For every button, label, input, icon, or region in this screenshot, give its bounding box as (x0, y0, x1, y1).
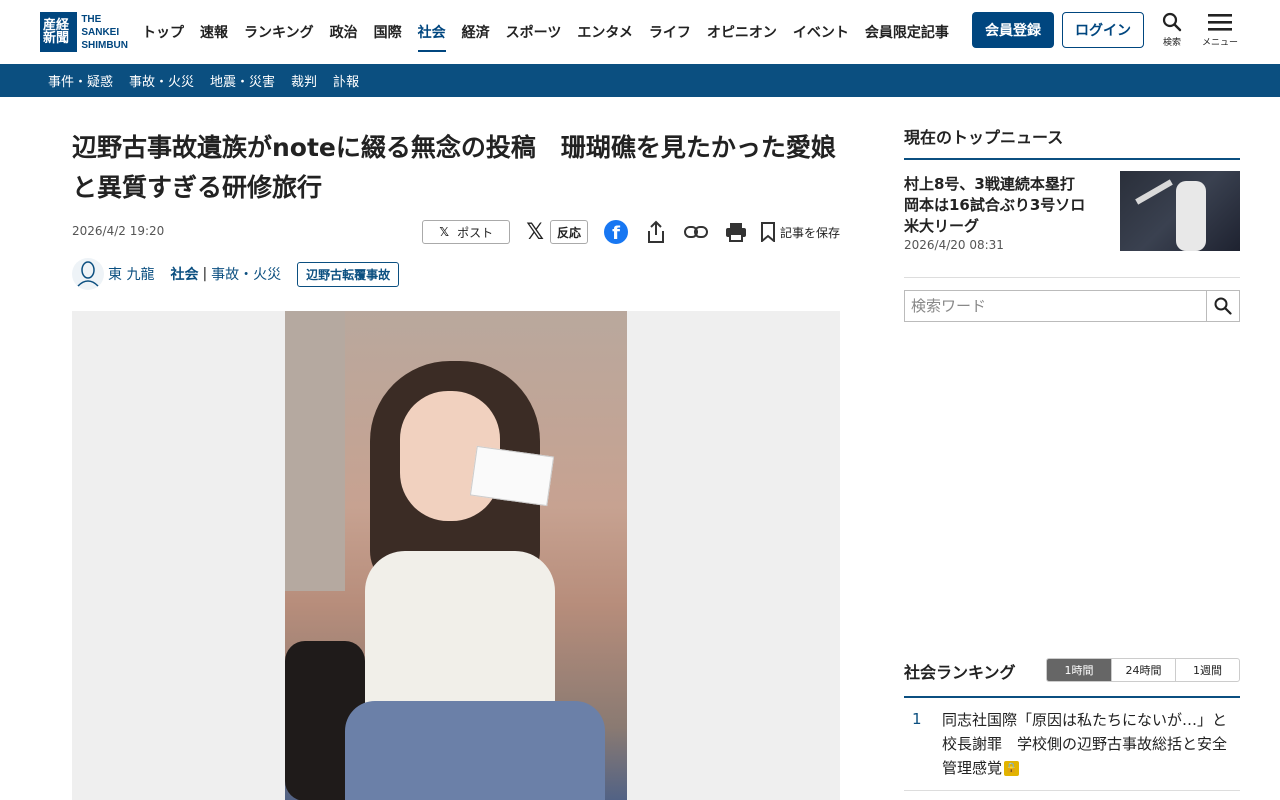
header-menu-button[interactable]: メニュー (1198, 12, 1242, 56)
article-photo[interactable] (285, 311, 627, 800)
author-avatar-icon (72, 258, 104, 290)
nav-opinion[interactable]: オピニオン (707, 0, 777, 64)
nav-society[interactable]: 社会 (417, 0, 446, 64)
top-news-title[interactable]: 村上8号、3戦連続本塁打 岡本は16試合ぶり3号ソロ 米大リーグ (904, 174, 1104, 237)
tab-1hour[interactable]: 1時間 (1047, 659, 1111, 681)
nav-members-only[interactable]: 会員限定記事 (865, 0, 949, 64)
login-button[interactable]: ログイン (1062, 12, 1144, 48)
nav-events[interactable]: イベント (793, 0, 849, 64)
tab-24hours[interactable]: 24時間 (1111, 659, 1175, 681)
nav-world[interactable]: 国際 (374, 0, 402, 64)
category-separator: | (202, 266, 208, 282)
ranking-item[interactable]: 1 同志社国際「原因は私たちにないが…」と校長謝罪 学校側の辺野古事故総括と安全… (904, 698, 1240, 791)
topic-tag[interactable]: 辺野古転覆事故 (297, 261, 400, 287)
copy-link-icon[interactable] (683, 220, 708, 244)
subnav-accidents[interactable]: 事故・火災 (129, 71, 194, 90)
article-date: 2026/4/2 19:20 (72, 224, 165, 238)
sankei-logo[interactable]: 産経新聞 THE SANKEI SHIMBUN (40, 12, 128, 52)
post-label: ポスト (457, 225, 494, 240)
article-photo-frame (72, 311, 840, 800)
site-header: 産経新聞 THE SANKEI SHIMBUN トップ 速報 ランキング 政治 … (0, 0, 1280, 64)
nav-politics[interactable]: 政治 (330, 0, 358, 64)
logo-mark: 産経新聞 (40, 12, 78, 52)
top-news-heading: 現在のトップニュース (904, 118, 1240, 160)
search-icon (1214, 297, 1232, 315)
ranking-tabs: 1時間 24時間 1週間 (1046, 658, 1240, 682)
article: 辺野古事故遺族がnoteに綴る無念の投稿 珊瑚礁を見たかった愛娘と異質すぎる研修… (72, 128, 840, 800)
x-reaction-icon[interactable]: 𝕏 (526, 220, 544, 245)
nav-economy[interactable]: 経済 (462, 0, 490, 64)
share-bar: 𝕏 ポスト 𝕏 反応 f 記事を保存 (422, 218, 840, 246)
article-meta: 2026/4/2 19:20 𝕏 ポスト 𝕏 反応 f 記事を保存 (72, 218, 840, 246)
header-search-button[interactable]: 検索 (1150, 12, 1194, 56)
share-icon[interactable] (644, 220, 668, 244)
ranking-panel: 社会ランキング 1時間 24時間 1週間 1 同志社国際「原因は私たちにないが…… (904, 656, 1240, 791)
subnav-obituaries[interactable]: 訃報 (333, 71, 359, 90)
author-name[interactable]: 東 九龍 (108, 264, 154, 284)
ranking-header: 社会ランキング 1時間 24時間 1週間 (904, 656, 1240, 698)
register-button[interactable]: 会員登録 (972, 12, 1054, 48)
sub-nav: 事件・疑惑 事故・火災 地震・災害 裁判 訃報 (0, 64, 1280, 97)
nav-sports[interactable]: スポーツ (506, 0, 562, 64)
subnav-disasters[interactable]: 地震・災害 (210, 71, 275, 90)
print-icon[interactable] (724, 220, 748, 244)
ranking-number: 1 (912, 710, 922, 728)
ranking-title[interactable]: 同志社国際「原因は私たちにないが…」と校長謝罪 学校側の辺野古事故総括と安全管理… (942, 708, 1240, 780)
top-news-thumbnail[interactable] (1120, 171, 1240, 251)
nav-life[interactable]: ライフ (649, 0, 691, 64)
search-submit-button[interactable] (1206, 291, 1239, 321)
byline: 東 九龍 社会 | 事故・火災 辺野古転覆事故 (72, 258, 400, 290)
ranking-heading: 社会ランキング (904, 663, 1016, 682)
search-label: 検索 (1162, 38, 1181, 48)
subcategory-link[interactable]: 事故・火災 (211, 264, 281, 284)
save-label: 記事を保存 (779, 225, 840, 240)
nav-ranking[interactable]: ランキング (244, 0, 314, 64)
x-icon: 𝕏 (439, 225, 450, 239)
nav-breaking[interactable]: 速報 (200, 0, 228, 64)
search-input[interactable] (905, 291, 1206, 321)
hamburger-icon (1208, 14, 1232, 31)
save-article-button[interactable]: 記事を保存 (760, 222, 840, 242)
nav-top[interactable]: トップ (142, 0, 184, 64)
global-nav: トップ 速報 ランキング 政治 国際 社会 経済 スポーツ エンタメ ライフ オ… (142, 0, 965, 64)
top-news-date: 2026/4/20 08:31 (904, 238, 1004, 252)
menu-label: メニュー (1201, 38, 1238, 48)
subnav-incidents[interactable]: 事件・疑惑 (48, 71, 113, 90)
x-post-button[interactable]: 𝕏 ポスト (422, 220, 511, 244)
lock-icon: 🔒 (1004, 761, 1020, 776)
reaction-button[interactable]: 反応 (549, 220, 588, 244)
category-link[interactable]: 社会 (170, 264, 198, 284)
sidebar-search (904, 290, 1240, 322)
article-title: 辺野古事故遺族がnoteに綴る無念の投稿 珊瑚礁を見たかった愛娘と異質すぎる研修… (72, 133, 836, 202)
search-icon (1162, 12, 1182, 32)
nav-entertainment[interactable]: エンタメ (577, 0, 633, 64)
subnav-trials[interactable]: 裁判 (291, 71, 317, 90)
logo-wordmark: THE SANKEI SHIMBUN (81, 13, 128, 51)
bookmark-icon (760, 222, 775, 242)
facebook-icon[interactable]: f (603, 220, 628, 244)
tab-1week[interactable]: 1週間 (1175, 659, 1239, 681)
